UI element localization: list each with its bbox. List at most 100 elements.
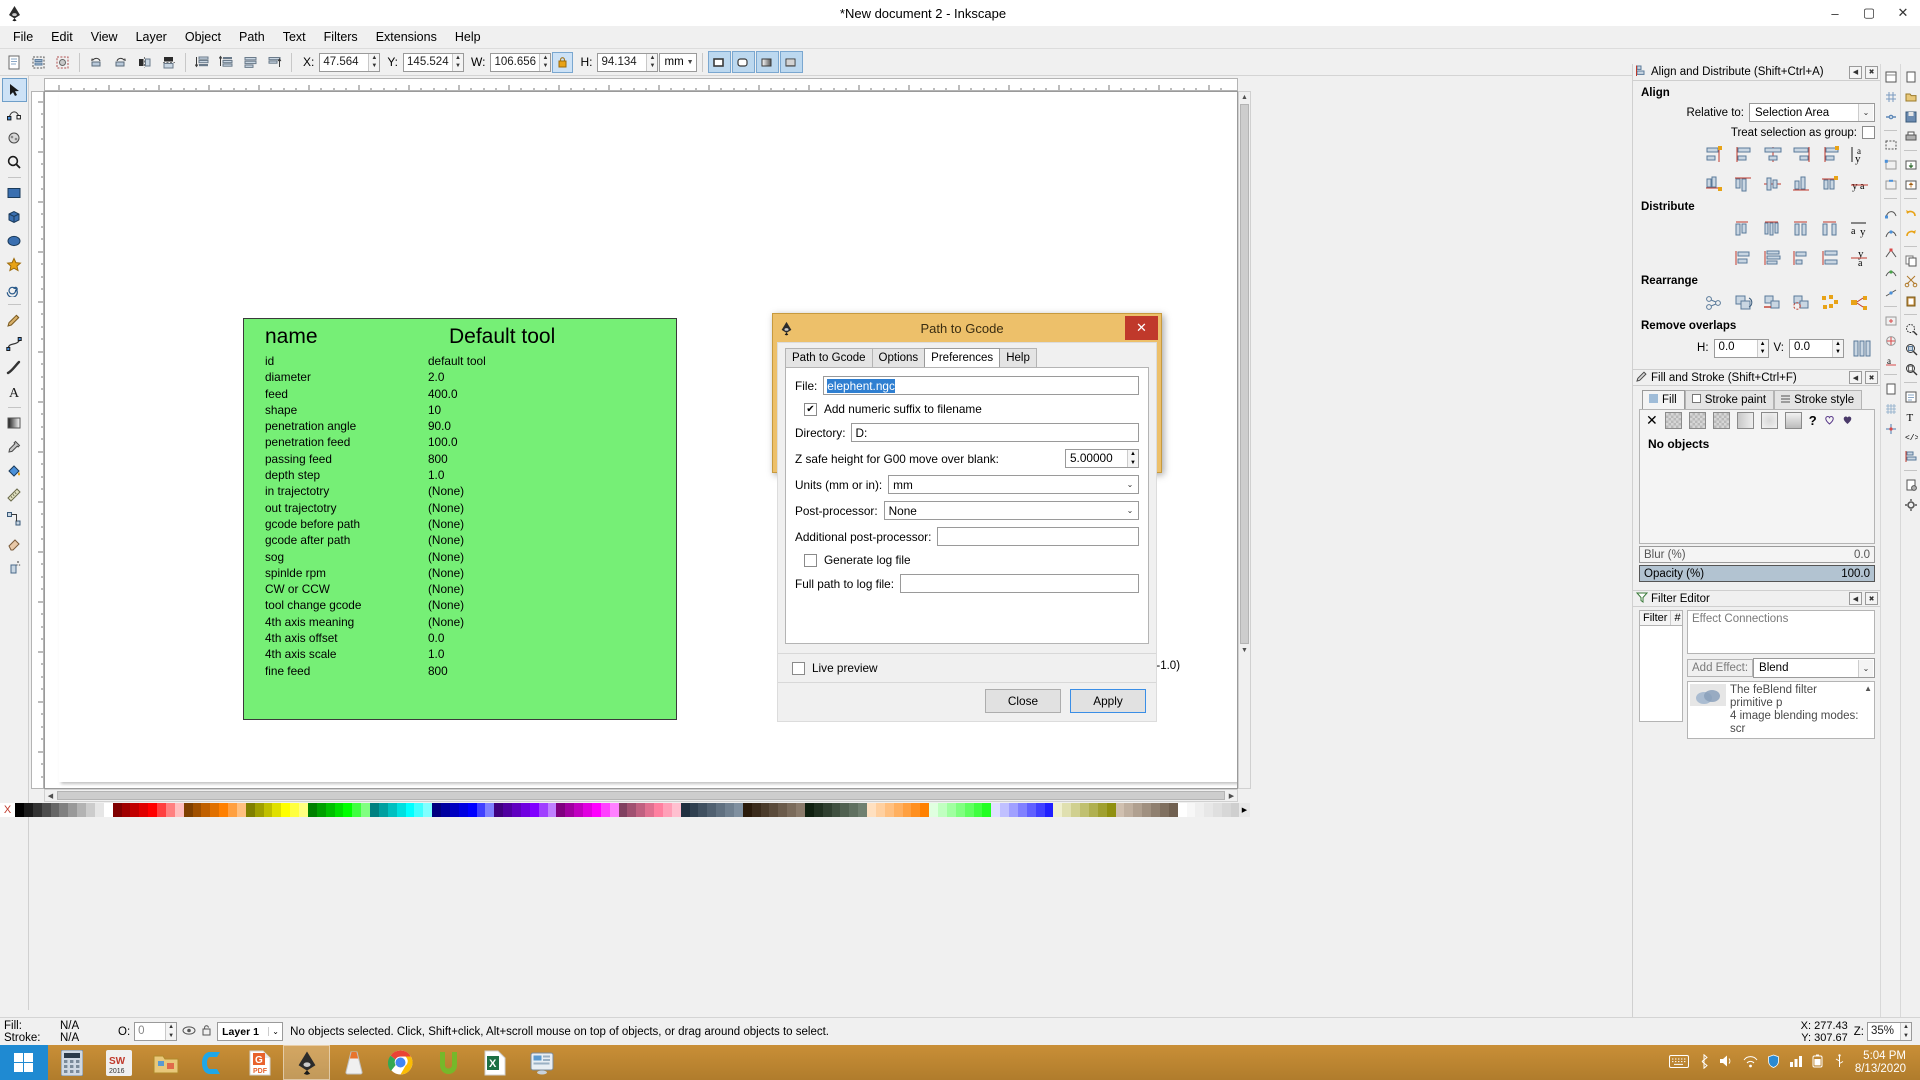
h-value[interactable]: 94.134: [598, 54, 646, 71]
tool-star[interactable]: [2, 253, 27, 277]
palette-swatch[interactable]: [42, 803, 51, 817]
palette-swatch[interactable]: [769, 803, 778, 817]
paste-icon[interactable]: [1902, 291, 1920, 310]
effect-connections-area[interactable]: Effect Connections: [1687, 610, 1875, 654]
palette-swatch[interactable]: [1187, 803, 1196, 817]
palette-swatch[interactable]: [965, 803, 974, 817]
palette-swatch[interactable]: [441, 803, 450, 817]
palette-swatch[interactable]: [556, 803, 565, 817]
flat-heart-outline-icon[interactable]: [1824, 414, 1835, 428]
affect-gradients-icon[interactable]: [756, 51, 779, 73]
palette-swatch[interactable]: [33, 803, 42, 817]
palette-swatch[interactable]: [1018, 803, 1027, 817]
palette-swatch[interactable]: [1169, 803, 1178, 817]
tool-parameter-table[interactable]: name Default tool iddefault tooldiameter…: [243, 318, 677, 720]
palette-swatch[interactable]: [59, 803, 68, 817]
palette-swatch[interactable]: [601, 803, 610, 817]
palette-swatch[interactable]: [956, 803, 965, 817]
menu-object[interactable]: Object: [176, 27, 230, 47]
scroll-left-icon[interactable]: ◀: [45, 792, 56, 800]
flip-horizontal-icon[interactable]: [133, 51, 156, 74]
palette-swatch[interactable]: [1053, 803, 1062, 817]
palette-swatch[interactable]: [885, 803, 894, 817]
snap-path-icon[interactable]: [1882, 223, 1900, 242]
lock-ratio-icon[interactable]: [552, 52, 573, 73]
vertical-scroll-thumb[interactable]: [1240, 104, 1249, 644]
palette-swatch[interactable]: [122, 803, 131, 817]
menu-view[interactable]: View: [82, 27, 127, 47]
palette-swatch[interactable]: [450, 803, 459, 817]
palette-swatch[interactable]: [787, 803, 796, 817]
palette-swatch[interactable]: [903, 803, 912, 817]
redo-icon[interactable]: [1902, 223, 1920, 242]
palette-swatch[interactable]: [219, 803, 228, 817]
snap-text-baseline-icon[interactable]: a: [1882, 351, 1900, 370]
relative-to-dropdown[interactable]: Selection Area ⌄: [1749, 103, 1875, 122]
overlap-h-arrows[interactable]: ▲▼: [1757, 340, 1768, 357]
palette-swatch[interactable]: [68, 803, 77, 817]
bluetooth-icon[interactable]: [1698, 1054, 1710, 1072]
palette-swatch[interactable]: [494, 803, 503, 817]
overlap-h-value[interactable]: 0.0: [1715, 340, 1757, 357]
canvas-horizontal-scrollbar[interactable]: ◀ ▶: [44, 789, 1238, 802]
copy-icon[interactable]: [1902, 251, 1920, 270]
rotate-90-cw-icon[interactable]: [109, 51, 132, 74]
palette-swatch[interactable]: [654, 803, 663, 817]
palette-swatch[interactable]: [911, 803, 920, 817]
snap-nodes-icon[interactable]: [1882, 203, 1900, 222]
excel-icon[interactable]: X: [471, 1045, 518, 1080]
palette-swatch[interactable]: [894, 803, 903, 817]
palette-swatch[interactable]: [1071, 803, 1080, 817]
align-dock-collapse-icon[interactable]: ◀: [1849, 66, 1862, 79]
menu-edit[interactable]: Edit: [42, 27, 82, 47]
palette-swatch[interactable]: [113, 803, 122, 817]
distribute-top-edges-icon[interactable]: [1731, 246, 1757, 270]
palette-none-swatch[interactable]: X: [0, 803, 15, 817]
palette-swatch[interactable]: [1036, 803, 1045, 817]
print-document-icon[interactable]: [1902, 127, 1920, 146]
palette-swatch[interactable]: [468, 803, 477, 817]
palette-swatch[interactable]: [991, 803, 1000, 817]
palette-swatch[interactable]: [512, 803, 521, 817]
palette-swatch[interactable]: [982, 803, 991, 817]
align-right-edge-to-left-anchor-icon[interactable]: [1702, 143, 1728, 167]
overlap-v-value[interactable]: 0.0: [1790, 340, 1832, 357]
none-icon[interactable]: ✕: [1646, 412, 1658, 429]
palette-swatch[interactable]: [317, 803, 326, 817]
align-bottom-to-top-anchor-icon[interactable]: [1702, 172, 1728, 196]
palette-swatch[interactable]: [290, 803, 299, 817]
palette-swatch[interactable]: [139, 803, 148, 817]
raise-to-top-icon[interactable]: [263, 51, 286, 74]
file-explorer-icon[interactable]: [142, 1045, 189, 1080]
tool-calligraphy[interactable]: [2, 356, 27, 380]
palette-swatch[interactable]: [193, 803, 202, 817]
palette-swatch[interactable]: [610, 803, 619, 817]
align-top-to-bottom-anchor-icon[interactable]: [1818, 172, 1844, 196]
file-input[interactable]: elephent.ngc: [823, 376, 1139, 395]
snap-line-midpoints-icon[interactable]: [1882, 283, 1900, 302]
palette-swatch[interactable]: [343, 803, 352, 817]
windows-start-icon[interactable]: [0, 1045, 48, 1080]
palette-swatch[interactable]: [636, 803, 645, 817]
fill-dock-collapse-icon[interactable]: ◀: [1849, 371, 1862, 384]
palette-swatch[interactable]: [565, 803, 574, 817]
palette-swatch[interactable]: [352, 803, 361, 817]
canvas-vertical-scrollbar[interactable]: ▲ ▼: [1238, 91, 1251, 789]
zsafe-arrows[interactable]: ▲▼: [1127, 450, 1138, 467]
menu-help[interactable]: Help: [446, 27, 490, 47]
palette-swatch[interactable]: [752, 803, 761, 817]
h-spinner[interactable]: 94.134 ▲▼: [597, 53, 658, 72]
palette-swatch[interactable]: [15, 803, 24, 817]
overlap-v-arrows[interactable]: ▲▼: [1832, 340, 1843, 357]
dialog-tab-help[interactable]: Help: [999, 348, 1037, 367]
taskbar-clock[interactable]: 5:04 PM 8/13/2020: [1855, 1050, 1912, 1076]
opacity-status-value[interactable]: 0: [135, 1023, 165, 1040]
distribute-right-edges-icon[interactable]: [1789, 217, 1815, 241]
y-spinner[interactable]: 145.524 ▲▼: [403, 53, 464, 72]
palette-swatch[interactable]: [272, 803, 281, 817]
palette-swatch[interactable]: [1098, 803, 1107, 817]
randomize-positions-icon[interactable]: [1818, 291, 1844, 315]
opacity-status-arrows[interactable]: ▲▼: [165, 1023, 176, 1040]
palette-swatch[interactable]: [1151, 803, 1160, 817]
post-processor-select[interactable]: None ⌄: [884, 501, 1139, 520]
